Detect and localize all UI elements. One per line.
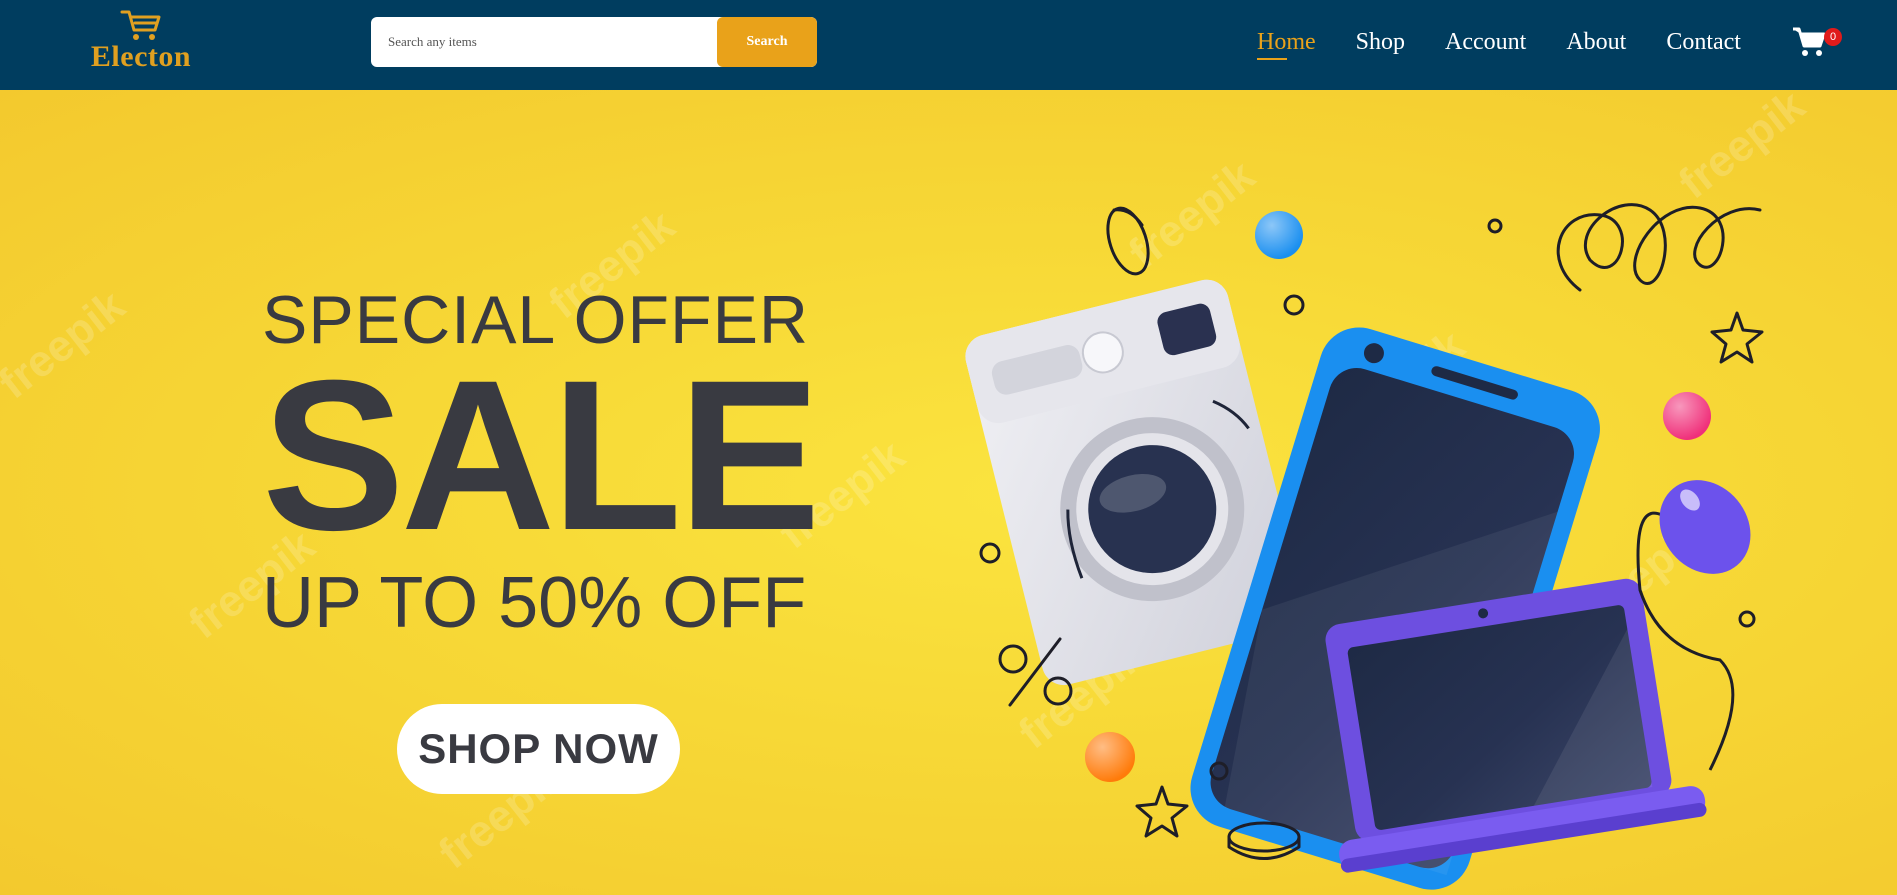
nav-contact[interactable]: Contact bbox=[1666, 22, 1741, 62]
nav-shop[interactable]: Shop bbox=[1356, 22, 1405, 62]
hero-banner: freepik freepik freepik freepik freepik … bbox=[0, 90, 1897, 895]
cart-count-badge: 0 bbox=[1824, 28, 1842, 46]
brand-logo[interactable]: Electon bbox=[78, 8, 204, 74]
shop-now-button[interactable]: SHOP NOW bbox=[397, 704, 680, 794]
search-bar: Search bbox=[371, 17, 817, 67]
nav-account[interactable]: Account bbox=[1445, 22, 1526, 62]
navbar: Electon Search Home Shop Account About C… bbox=[0, 0, 1897, 90]
search-input[interactable] bbox=[371, 17, 717, 67]
shopping-cart-icon bbox=[120, 10, 161, 40]
shopping-cart-icon bbox=[1793, 27, 1826, 56]
main-nav: Home Shop Account About Contact bbox=[1257, 22, 1781, 62]
search-button[interactable]: Search bbox=[717, 17, 817, 67]
hero-sale: SALE bbox=[262, 336, 821, 575]
hero-discount: UP TO 50% OFF bbox=[262, 563, 807, 643]
nav-home[interactable]: Home bbox=[1257, 22, 1316, 62]
brand-name: Electon bbox=[90, 40, 192, 73]
nav-about[interactable]: About bbox=[1566, 22, 1626, 62]
cart-button[interactable]: 0 bbox=[1792, 24, 1842, 60]
hero-headline: SPECIAL OFFER SALE UP TO 50% OFF bbox=[262, 280, 821, 648]
